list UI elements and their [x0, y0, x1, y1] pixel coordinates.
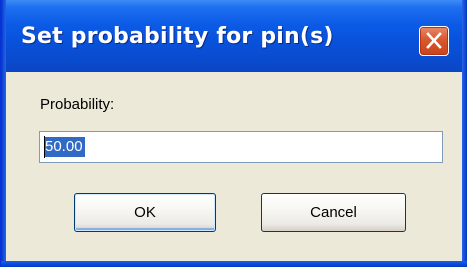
dialog-window: Set probability for pin(s) Probability: …: [0, 0, 467, 267]
title-bar[interactable]: Set probability for pin(s): [1, 0, 467, 72]
dialog-content: Probability: 50.00 OK Cancel: [6, 72, 463, 261]
text-caret: [44, 136, 45, 158]
window-border-left: [1, 0, 6, 267]
probability-label: Probability:: [40, 96, 115, 113]
probability-input[interactable]: 50.00: [39, 131, 443, 163]
window-border-right: [462, 0, 467, 267]
close-button[interactable]: [419, 26, 449, 56]
probability-value: 50.00: [44, 137, 85, 157]
ok-button[interactable]: OK: [74, 193, 216, 232]
close-icon: [426, 32, 442, 49]
dialog-title: Set probability for pin(s): [21, 24, 334, 49]
cancel-button[interactable]: Cancel: [261, 193, 406, 232]
